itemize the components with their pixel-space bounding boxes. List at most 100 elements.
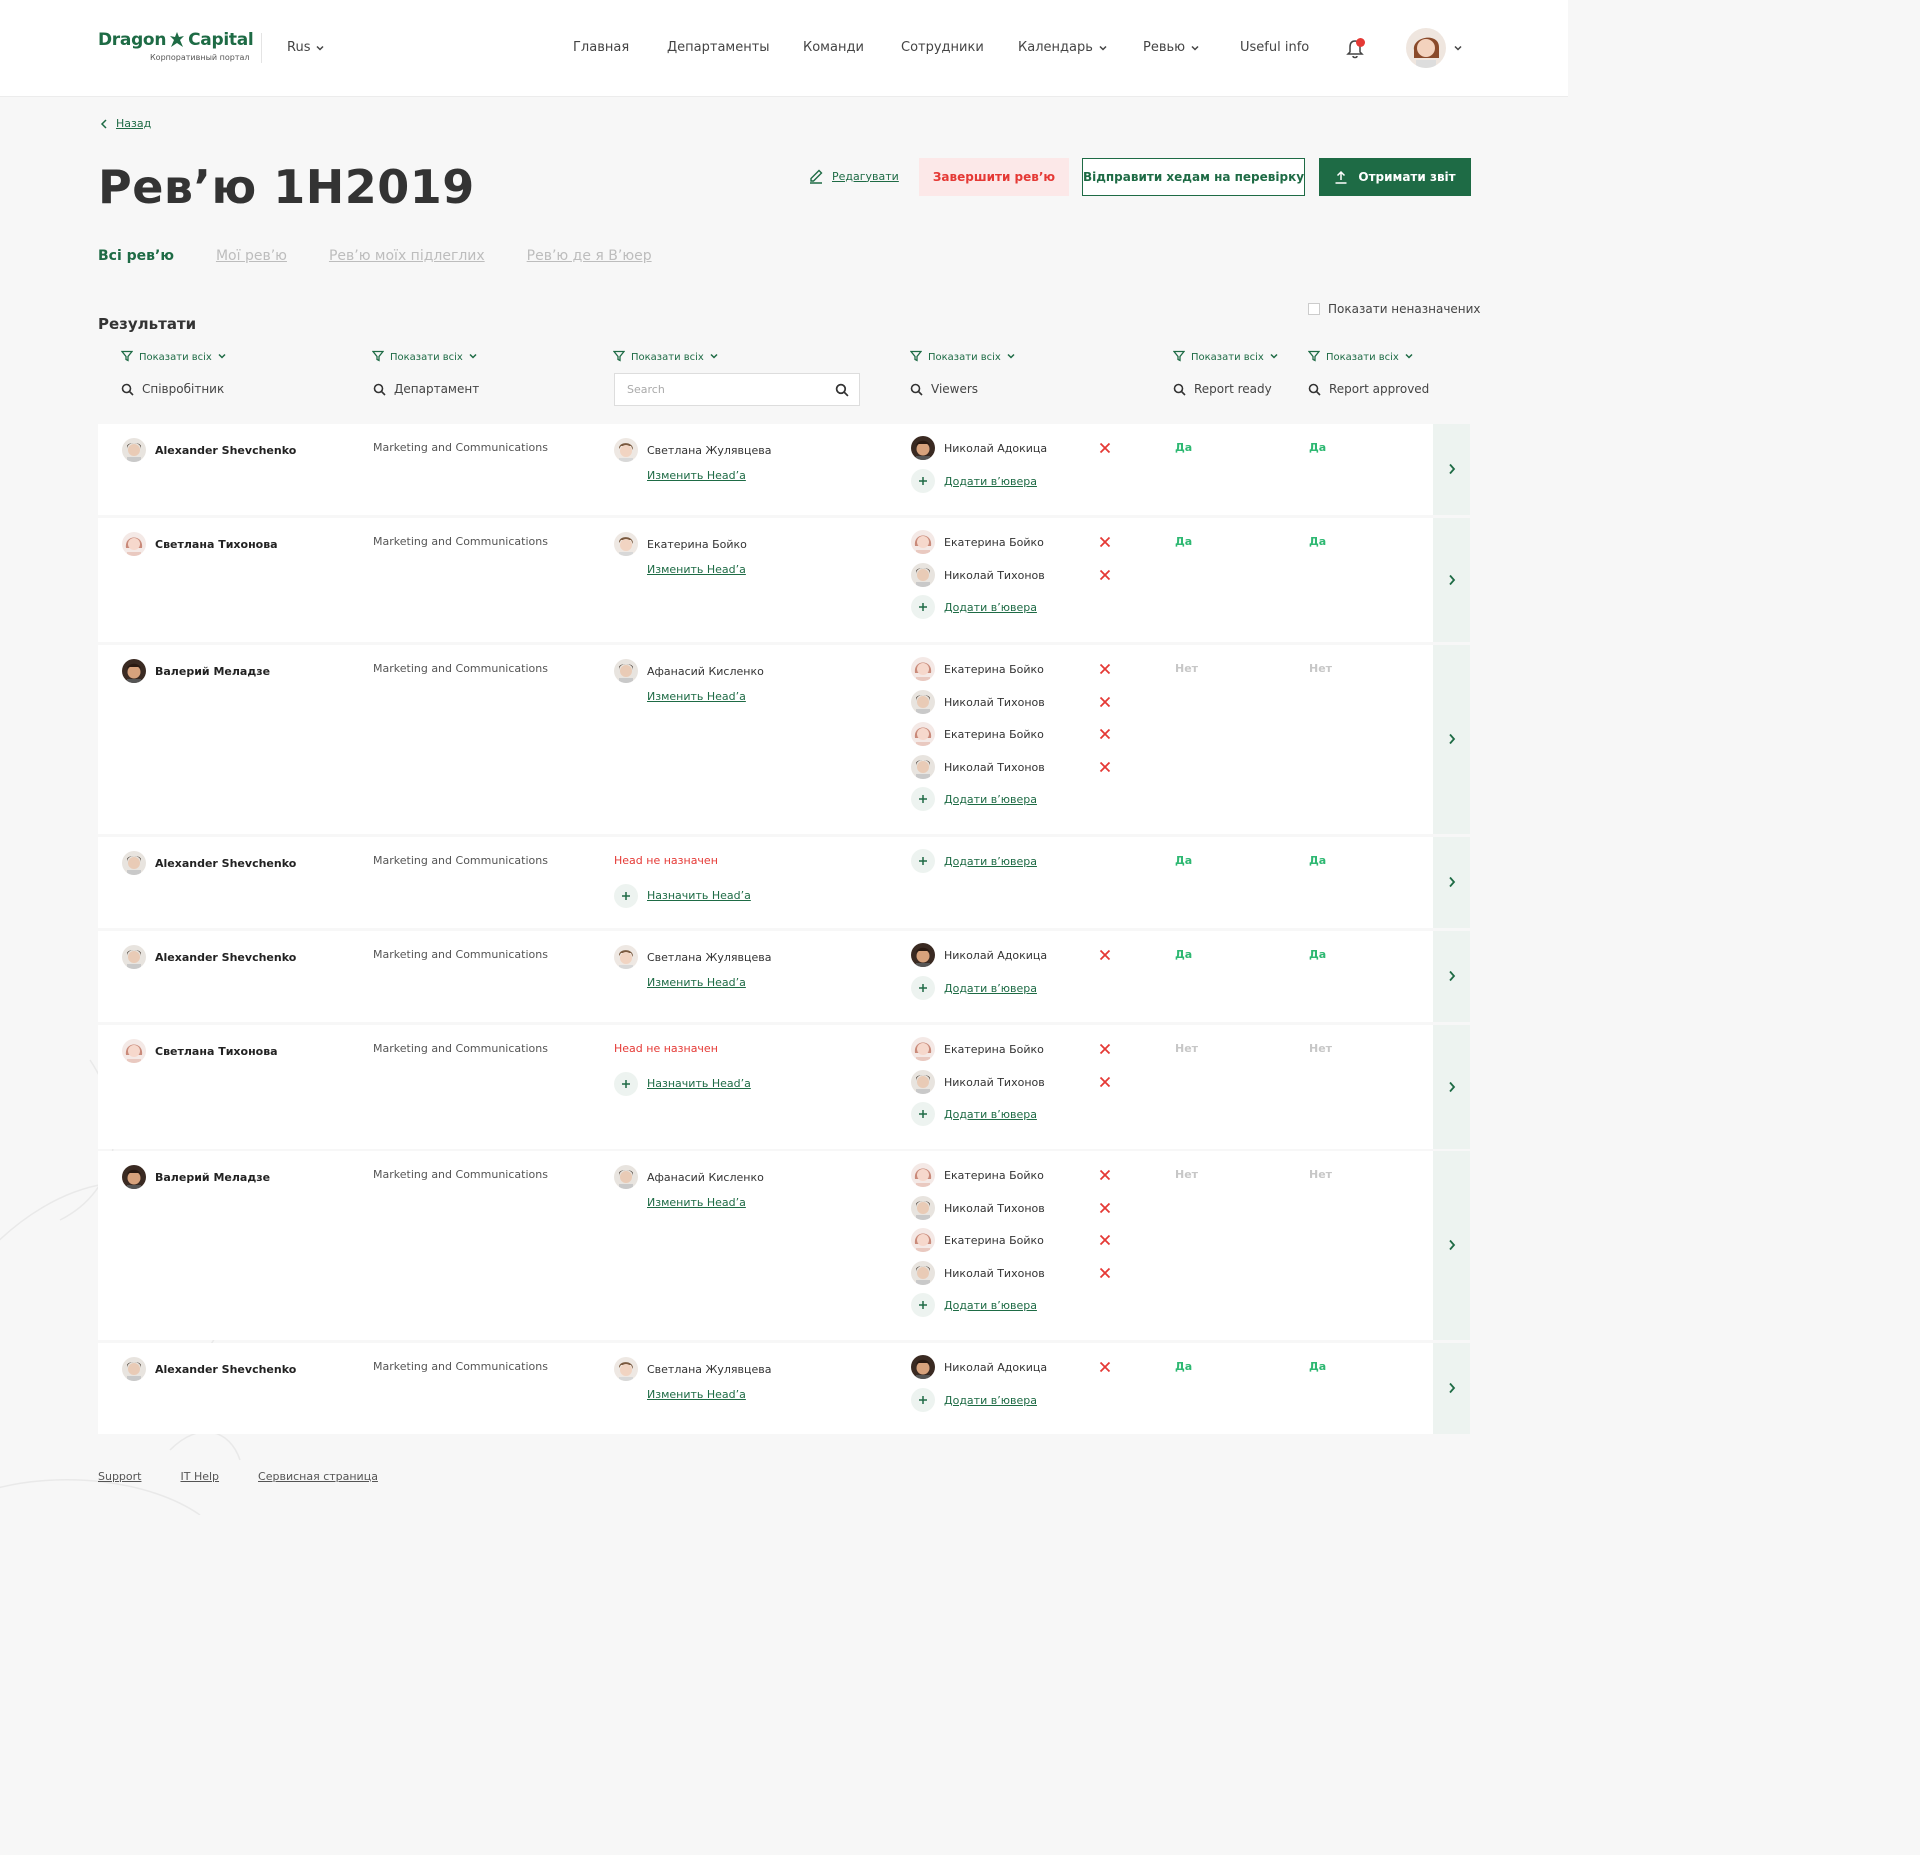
table-row[interactable]: Alexander Shevchenko Marketing and Commun…	[98, 931, 1470, 1022]
change-head-link[interactable]: Изменить Head’a	[647, 469, 746, 482]
department-name: Marketing and Communications	[373, 1360, 548, 1373]
remove-viewer-icon[interactable]	[1099, 761, 1111, 773]
assign-head-link[interactable]: Назначить Head’a	[614, 1071, 751, 1096]
nav-item-departments[interactable]: Департаменты	[667, 40, 770, 55]
filter-viewers[interactable]: Показати всіх	[909, 350, 1015, 365]
remove-viewer-icon[interactable]	[1099, 442, 1111, 454]
nav-item-employees[interactable]: Сотрудники	[901, 40, 984, 55]
change-head-link[interactable]: Изменить Head’a	[647, 1196, 746, 1209]
assign-head-link[interactable]: Назначить Head’a	[614, 883, 751, 908]
footer-link-service-page[interactable]: Сервисная страница	[258, 1470, 378, 1483]
table-row[interactable]: Светлана Тихонова Marketing and Communica…	[98, 1025, 1470, 1149]
add-viewer-link[interactable]: Додати в’ювера	[911, 976, 1037, 1000]
show-unassigned-toggle[interactable]: Показати неназначених	[1308, 302, 1481, 316]
remove-viewer-icon[interactable]	[1099, 1202, 1111, 1214]
table-row[interactable]: Валерий Меладзе Marketing and Communicati…	[98, 1151, 1470, 1340]
employee-cell[interactable]: Alexander Shevchenko	[122, 945, 296, 969]
open-row-button[interactable]	[1433, 1343, 1470, 1434]
add-viewer-link[interactable]: Додати в’ювера	[911, 1293, 1037, 1317]
filter-report-ready[interactable]: Показати всіх	[1172, 350, 1278, 365]
filter-employee[interactable]: Показати всіх	[120, 350, 226, 365]
remove-viewer-icon[interactable]	[1099, 1267, 1111, 1279]
nav-item-calendar[interactable]: Календарь	[1018, 40, 1107, 55]
tab-my-reviews[interactable]: Мої рев’ю	[216, 248, 287, 264]
open-row-button[interactable]	[1433, 931, 1470, 1022]
table-row[interactable]: Alexander Shevchenko Marketing and Commun…	[98, 424, 1470, 515]
nav-item-teams[interactable]: Команди	[803, 40, 864, 55]
remove-viewer-icon[interactable]	[1099, 1361, 1111, 1373]
report-ready-column-search[interactable]: Report ready	[1173, 382, 1272, 396]
employee-cell[interactable]: Alexander Shevchenko	[122, 851, 296, 875]
plus-icon	[911, 469, 935, 493]
change-head-link[interactable]: Изменить Head’a	[647, 563, 746, 576]
viewer-item: Николай Тихонов	[911, 563, 1045, 587]
nav-item-useful-info[interactable]: Useful info	[1240, 40, 1309, 55]
employee-cell[interactable]: Валерий Меладзе	[122, 659, 270, 683]
tab-viewer-reviews[interactable]: Рев’ю де я В’юер	[527, 248, 652, 264]
send-to-heads-button[interactable]: Відправити хедам на перевірку	[1082, 158, 1305, 196]
add-viewer-link[interactable]: Додати в’ювера	[911, 1388, 1037, 1412]
add-viewer-link[interactable]: Додати в’ювера	[911, 787, 1037, 811]
change-head-link[interactable]: Изменить Head’a	[647, 976, 746, 989]
tab-subordinates-reviews[interactable]: Рев’ю моїх підлеглих	[329, 248, 485, 264]
add-viewer-link[interactable]: Додати в’ювера	[911, 595, 1037, 619]
remove-viewer-icon[interactable]	[1099, 663, 1111, 675]
employee-cell[interactable]: Светлана Тихонова	[122, 532, 278, 556]
nav-item-review[interactable]: Ревью	[1143, 40, 1199, 55]
department-column-search[interactable]: Департамент	[373, 382, 479, 396]
back-link[interactable]: Назад	[100, 117, 151, 130]
remove-viewer-icon[interactable]	[1099, 569, 1111, 581]
language-selector[interactable]: Rus	[287, 40, 324, 55]
remove-viewer-icon[interactable]	[1099, 536, 1111, 548]
user-avatar[interactable]	[1406, 28, 1446, 68]
table-row[interactable]: Alexander Shevchenko Marketing and Commun…	[98, 837, 1470, 928]
open-row-button[interactable]	[1433, 424, 1470, 515]
remove-viewer-icon[interactable]	[1099, 696, 1111, 708]
footer-link-support[interactable]: Support	[98, 1470, 141, 1483]
open-row-button[interactable]	[1433, 1025, 1470, 1149]
head-search-input[interactable]: Search	[614, 373, 860, 406]
filter-icon	[1172, 350, 1186, 365]
company-logo[interactable]: Dragon Capital Корпоративный портал	[98, 30, 254, 62]
remove-viewer-icon[interactable]	[1099, 1234, 1111, 1246]
remove-viewer-icon[interactable]	[1099, 728, 1111, 740]
add-viewer-link[interactable]: Додати в’ювера	[911, 469, 1037, 493]
add-viewer-link[interactable]: Додати в’ювера	[911, 1102, 1037, 1126]
remove-viewer-icon[interactable]	[1099, 1043, 1111, 1055]
nav-item-home[interactable]: Главная	[573, 40, 629, 55]
table-row[interactable]: Валерий Меладзе Marketing and Communicati…	[98, 645, 1470, 834]
viewers-column-search[interactable]: Viewers	[910, 382, 978, 396]
head-cell: Екатерина Бойко	[614, 532, 747, 556]
avatar	[911, 1163, 935, 1187]
employee-cell[interactable]: Alexander Shevchenko	[122, 438, 296, 462]
edit-link[interactable]: Редагувати	[808, 168, 899, 184]
finish-review-button[interactable]: Завершити рев’ю	[919, 158, 1069, 196]
change-head-link[interactable]: Изменить Head’a	[647, 690, 746, 703]
employee-column-search[interactable]: Співробітник	[121, 382, 224, 396]
remove-viewer-icon[interactable]	[1099, 1169, 1111, 1181]
change-head-link[interactable]: Изменить Head’a	[647, 1388, 746, 1401]
report-approved-column-search[interactable]: Report approved	[1308, 382, 1429, 396]
table-row[interactable]: Светлана Тихонова Marketing and Communica…	[98, 518, 1470, 642]
tab-all-reviews[interactable]: Всі рев’ю	[98, 248, 174, 264]
remove-viewer-icon[interactable]	[1099, 949, 1111, 961]
search-icon[interactable]	[835, 383, 849, 397]
show-unassigned-checkbox[interactable]	[1308, 303, 1320, 315]
filter-report-approved[interactable]: Показати всіх	[1307, 350, 1413, 365]
employee-cell[interactable]: Alexander Shevchenko	[122, 1357, 296, 1381]
filter-head[interactable]: Показати всіх	[612, 350, 718, 365]
footer-link-it-help[interactable]: IT Help	[180, 1470, 219, 1483]
open-row-button[interactable]	[1433, 837, 1470, 928]
employee-cell[interactable]: Светлана Тихонова	[122, 1039, 278, 1063]
chevron-down-icon[interactable]	[1454, 44, 1462, 52]
filter-department[interactable]: Показати всіх	[371, 350, 477, 365]
open-row-button[interactable]	[1433, 518, 1470, 642]
head-name: Афанасий Кисленко	[647, 664, 764, 678]
remove-viewer-icon[interactable]	[1099, 1076, 1111, 1088]
open-row-button[interactable]	[1433, 1151, 1470, 1340]
table-row[interactable]: Alexander Shevchenko Marketing and Commun…	[98, 1343, 1470, 1434]
get-report-button[interactable]: Отримати звіт	[1319, 158, 1471, 196]
employee-cell[interactable]: Валерий Меладзе	[122, 1165, 270, 1189]
add-viewer-link[interactable]: Додати в’ювера	[911, 849, 1037, 873]
open-row-button[interactable]	[1433, 645, 1470, 834]
